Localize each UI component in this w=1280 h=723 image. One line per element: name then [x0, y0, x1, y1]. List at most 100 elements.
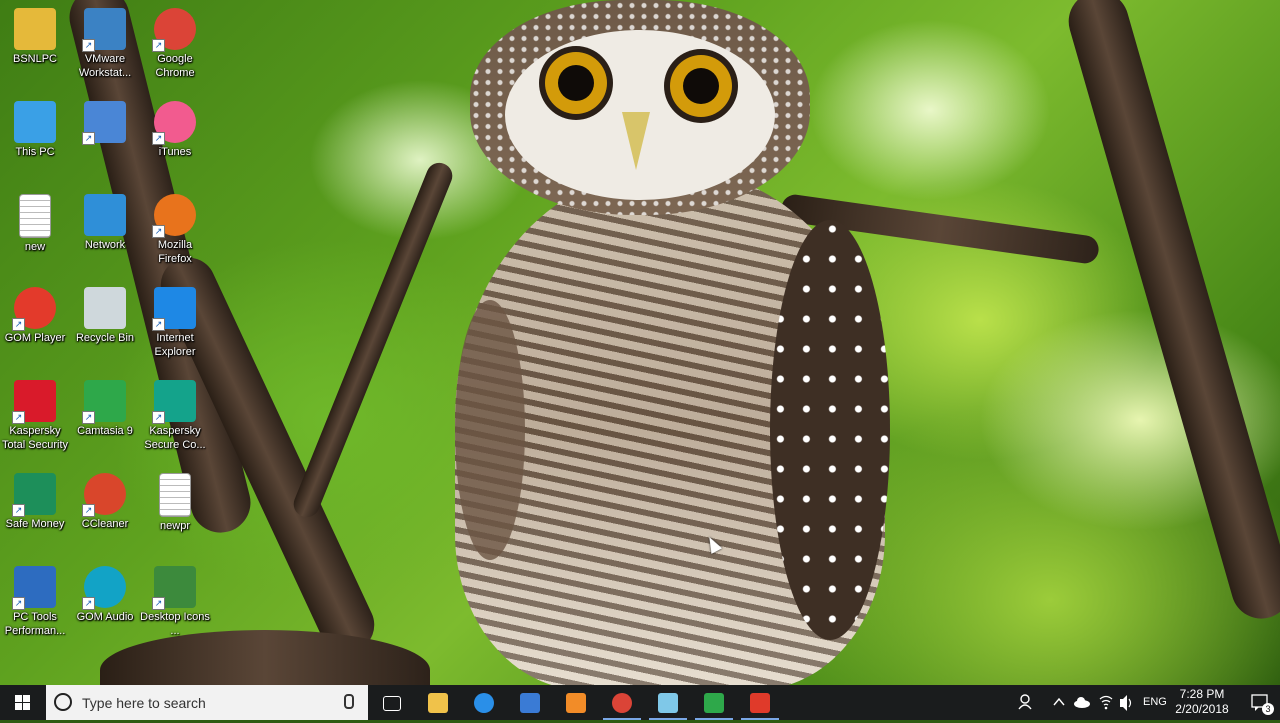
firefox-icon: ↗	[152, 194, 196, 238]
language-label: ENG	[1143, 696, 1167, 708]
desktop-icon[interactable]: ↗	[70, 93, 140, 145]
clock-date: 2/20/2018	[1175, 702, 1229, 716]
desktop-icon-label: Mozilla Firefox	[157, 239, 193, 265]
search-box[interactable]: Type here to search	[46, 685, 368, 720]
shortcut-arrow-icon: ↗	[82, 597, 95, 610]
taskbar-chrome-button[interactable]	[599, 685, 645, 720]
desktop-icon-label: Camtasia 9	[77, 425, 133, 437]
tree-branch	[1061, 0, 1280, 626]
desktop-icon-label: new	[24, 241, 46, 253]
volume-icon[interactable]	[1118, 685, 1134, 720]
taskbar-camtasia-button[interactable]	[691, 685, 737, 720]
taskbar-app-button[interactable]	[645, 685, 691, 720]
desktop-icon[interactable]: ↗ Camtasia 9	[70, 372, 140, 438]
shortcut-arrow-icon: ↗	[82, 504, 95, 517]
user-folder-icon	[14, 8, 56, 50]
desktop-icon[interactable]: ↗ iTunes	[140, 93, 210, 159]
desktop-icon[interactable]: ↗ VMware Workstat...	[70, 0, 140, 80]
desktop-icon[interactable]: ↗ PC Tools Performan...	[0, 558, 70, 638]
owl-eye	[670, 55, 732, 117]
desktop-icon[interactable]: ↗ Mozilla Firefox	[140, 186, 210, 266]
desktop-icon[interactable]: ↗ Google Chrome	[140, 0, 210, 80]
taskbar-edge-button[interactable]	[461, 685, 507, 720]
start-button[interactable]	[0, 685, 46, 720]
search-placeholder: Type here to search	[82, 695, 206, 711]
shortcut-arrow-icon: ↗	[12, 504, 25, 517]
desktop-icon[interactable]: ↗ Safe Money	[0, 465, 70, 531]
desktop-icon-label: CCleaner	[81, 518, 129, 530]
shortcut-arrow-icon: ↗	[152, 318, 165, 331]
onedrive-icon[interactable]	[1073, 685, 1091, 720]
pc-tools-icon: ↗	[12, 566, 56, 610]
desktop-icon[interactable]: BSNLPC	[0, 0, 70, 66]
desktop-icon[interactable]: new	[0, 186, 70, 254]
windows-logo-icon	[15, 695, 30, 710]
desktop-icon-label: Network	[84, 239, 126, 251]
shortcut-arrow-icon: ↗	[152, 39, 165, 52]
desktop-icon-label: GOM Player	[4, 332, 66, 344]
action-center-button[interactable]: 3	[1240, 685, 1280, 720]
shortcut-arrow-icon: ↗	[82, 39, 95, 52]
desktop-icon-label: Recycle Bin	[75, 332, 135, 344]
wifi-icon[interactable]	[1098, 685, 1114, 720]
desktop-icon[interactable]: This PC	[0, 93, 70, 159]
taskbar-store-button[interactable]	[507, 685, 553, 720]
shortcut-arrow-icon: ↗	[152, 411, 165, 424]
crystal-icon	[658, 693, 678, 713]
desktop-icon[interactable]: ↗ GOM Player	[0, 279, 70, 345]
taskbar-file-explorer-button[interactable]	[415, 685, 461, 720]
people-icon[interactable]	[1017, 685, 1035, 720]
show-hidden-icons-chevron-icon[interactable]	[1052, 685, 1066, 720]
desktop-icon[interactable]: newpr	[140, 465, 210, 533]
shortcut-arrow-icon: ↗	[152, 225, 165, 238]
desktop-icon-label: This PC	[15, 146, 55, 158]
taskbar-task-view-button[interactable]	[368, 685, 414, 720]
owl-wing	[455, 300, 525, 560]
clock[interactable]: 7:28 PM 2/20/2018	[1168, 685, 1236, 720]
kaspersky-vpn-icon: ↗	[152, 380, 196, 424]
vmware-icon: ↗	[82, 8, 126, 52]
shield-shortcut-icon: ↗	[82, 101, 126, 145]
desktop-icon-label: Desktop Icons ...	[140, 611, 210, 637]
media-player-icon	[566, 693, 586, 713]
desktop-icon[interactable]: ↗ CCleaner	[70, 465, 140, 531]
desktop-icon[interactable]: ↗ Internet Explorer	[140, 279, 210, 359]
folder-icon	[428, 693, 448, 713]
desktop-icon-label: Safe Money	[5, 518, 65, 530]
desktop-icon-label: GOM Audio	[76, 611, 134, 623]
owl-eye	[545, 52, 607, 114]
internet-explorer-icon: ↗	[152, 287, 196, 331]
desktop-icon-label: Kaspersky Secure Co...	[144, 425, 206, 451]
task-view-icon	[383, 696, 401, 711]
desktop-icon-label: BSNLPC	[12, 53, 58, 65]
desktop-icon[interactable]: Recycle Bin	[70, 279, 140, 345]
taskbar: Type here to search ENG 7:28 PM 2/20/201…	[0, 685, 1280, 720]
desktop-icon[interactable]: ↗ Desktop Icons ...	[140, 558, 210, 638]
shortcut-arrow-icon: ↗	[12, 597, 25, 610]
desktop-icon[interactable]: Network	[70, 186, 140, 252]
gom-audio-icon: ↗	[82, 566, 126, 610]
desktop-icon[interactable]: ↗ Kaspersky Secure Co...	[140, 372, 210, 452]
microphone-icon[interactable]	[344, 694, 354, 709]
owl-beak	[622, 112, 650, 170]
shortcut-arrow-icon: ↗	[82, 132, 95, 145]
camtasia-icon: ↗	[82, 380, 126, 424]
desktop-icon[interactable]: ↗ Kaspersky Total Security	[0, 372, 70, 452]
shortcut-arrow-icon: ↗	[12, 411, 25, 424]
language-indicator[interactable]: ENG	[1143, 685, 1167, 720]
gom-player-icon: ↗	[12, 287, 56, 331]
desktop-icon-label: newpr	[160, 520, 190, 532]
cortana-icon	[54, 693, 72, 711]
recycle-bin-icon	[84, 287, 126, 329]
shortcut-arrow-icon: ↗	[152, 132, 165, 145]
ccleaner-icon: ↗	[82, 473, 126, 517]
desktop-icon-label: Internet Explorer	[154, 332, 196, 358]
text-document-icon	[159, 473, 191, 517]
taskbar-camtasia-recorder-button[interactable]	[737, 685, 783, 720]
desktop-icon-label: Google Chrome	[155, 53, 195, 79]
desktop-icon[interactable]: ↗ GOM Audio	[70, 558, 140, 624]
camtasia-icon	[704, 693, 724, 713]
taskbar-media-player-button[interactable]	[553, 685, 599, 720]
kaspersky-icon: ↗	[12, 380, 56, 424]
camtasia-recorder-icon	[750, 693, 770, 713]
